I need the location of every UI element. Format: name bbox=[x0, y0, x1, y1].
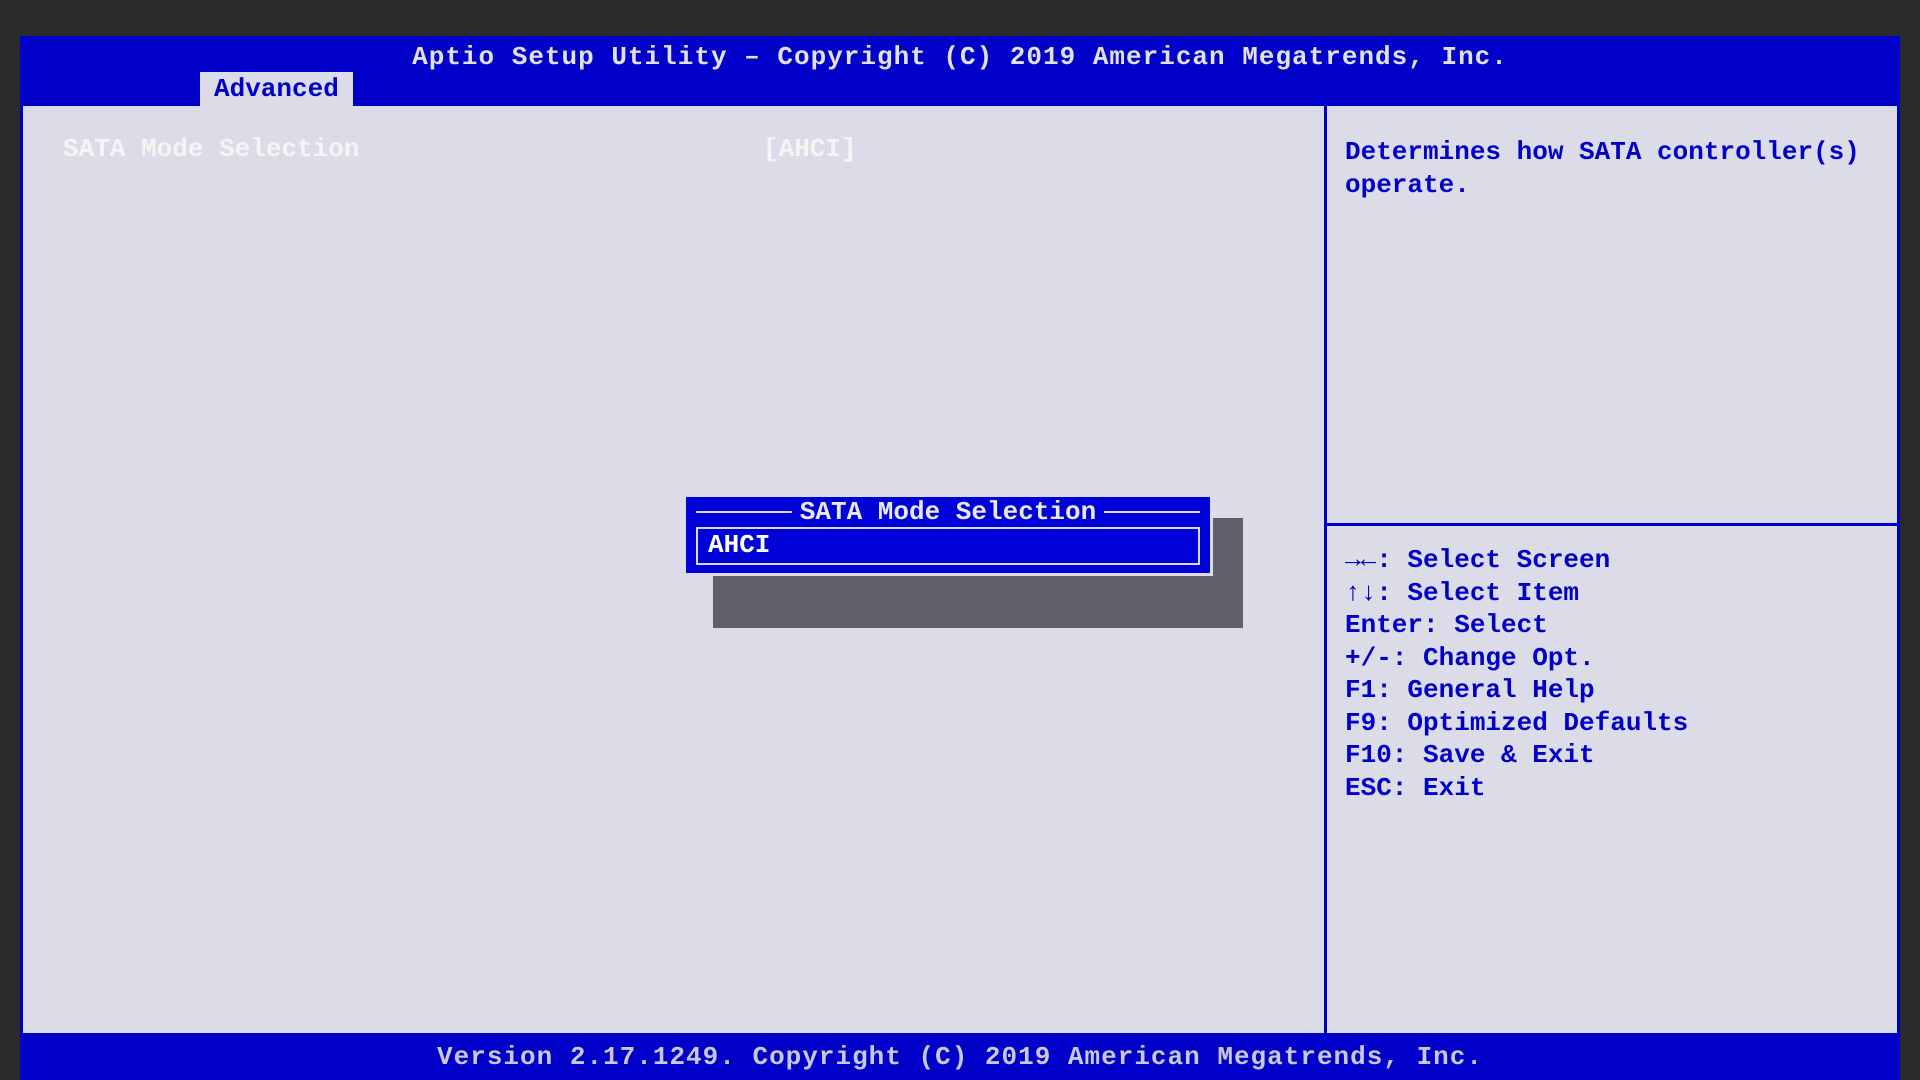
popup-title-row: SATA Mode Selection bbox=[686, 497, 1210, 527]
help-key-enter: Enter: Select bbox=[1345, 609, 1879, 642]
bios-window: Aptio Setup Utility – Copyright (C) 2019… bbox=[20, 36, 1900, 1080]
help-key-change: +/-: Change Opt. bbox=[1345, 642, 1879, 675]
popup-title: SATA Mode Selection bbox=[800, 497, 1096, 527]
main-panel: SATA Mode Selection [AHCI] SATA Mode Sel… bbox=[23, 106, 1327, 1033]
help-description: Determines how SATA controller(s) operat… bbox=[1327, 106, 1897, 526]
help-key-select-item: ↑↓: Select Item bbox=[1345, 577, 1879, 610]
help-keys: →←: Select Screen ↑↓: Select Item Enter:… bbox=[1327, 526, 1897, 822]
popup-option-ahci[interactable]: AHCI bbox=[696, 527, 1200, 565]
footer-bar: Version 2.17.1249. Copyright (C) 2019 Am… bbox=[20, 1036, 1900, 1080]
popup-title-line-left bbox=[696, 511, 792, 513]
header-bar: Aptio Setup Utility – Copyright (C) 2019… bbox=[20, 36, 1900, 106]
setting-value: [AHCI] bbox=[763, 134, 857, 164]
help-key-esc: ESC: Exit bbox=[1345, 772, 1879, 805]
body-frame: SATA Mode Selection [AHCI] SATA Mode Sel… bbox=[20, 106, 1900, 1036]
help-key-select-screen: →←: Select Screen bbox=[1345, 544, 1879, 577]
help-key-f1: F1: General Help bbox=[1345, 674, 1879, 707]
help-key-f10: F10: Save & Exit bbox=[1345, 739, 1879, 772]
header-title: Aptio Setup Utility – Copyright (C) 2019… bbox=[20, 36, 1900, 72]
popup-title-line-right bbox=[1104, 511, 1200, 513]
right-panel: Determines how SATA controller(s) operat… bbox=[1327, 106, 1897, 1033]
setting-label: SATA Mode Selection bbox=[63, 134, 763, 164]
popup-options: AHCI bbox=[686, 527, 1210, 565]
setting-row-sata-mode[interactable]: SATA Mode Selection [AHCI] bbox=[63, 134, 1284, 164]
tab-advanced[interactable]: Advanced bbox=[200, 72, 353, 106]
popup-sata-mode: SATA Mode Selection AHCI bbox=[683, 494, 1213, 576]
help-key-f9: F9: Optimized Defaults bbox=[1345, 707, 1879, 740]
